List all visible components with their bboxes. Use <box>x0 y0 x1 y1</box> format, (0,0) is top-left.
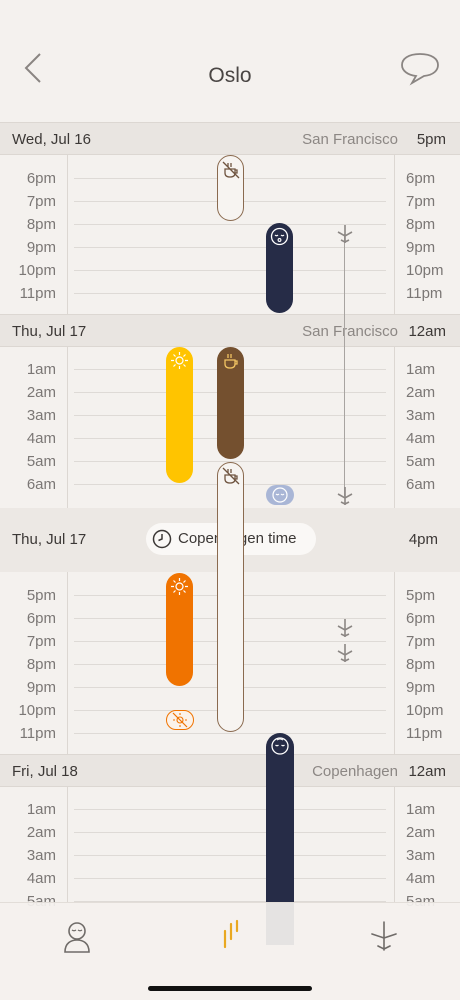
section-time: 4pm <box>408 531 438 548</box>
hour-label-right: 4am <box>406 870 436 887</box>
hour-label-right: 7pm <box>406 193 436 210</box>
home-indicator <box>148 986 312 991</box>
hour-label-right: 3am <box>406 407 436 424</box>
section-header: Fri, Jul 18 Copenhagen 12am <box>0 754 460 787</box>
hour-label-right: 9pm <box>406 239 436 256</box>
hour-label: 4am <box>26 430 56 447</box>
flight-path-line <box>344 234 345 496</box>
no-coffee-pill[interactable] <box>217 462 244 732</box>
hour-label: 1am <box>26 801 56 818</box>
section-city: Copenhagen <box>312 763 398 780</box>
hour-label: 2am <box>26 824 56 841</box>
section-time: 12am <box>408 323 446 340</box>
sleep-face-icon <box>271 737 289 755</box>
hour-label-right: 11pm <box>406 725 443 742</box>
airplane-icon[interactable] <box>370 921 398 951</box>
section-time: 12am <box>408 763 446 780</box>
hour-label: 5am <box>26 453 56 470</box>
hour-label-right: 5pm <box>406 587 436 604</box>
hour-label: 7pm <box>26 633 56 650</box>
hour-label: 1am <box>26 361 56 378</box>
timeline-icon[interactable] <box>220 919 242 949</box>
section-date: Thu, Jul 17 <box>12 323 87 340</box>
section-city: San Francisco <box>302 323 398 340</box>
hour-label: 9pm <box>26 239 56 256</box>
section-date: Thu, Jul 17 <box>12 531 87 548</box>
hour-label-right: 8pm <box>406 656 436 673</box>
hour-label-right: 7pm <box>406 633 436 650</box>
coffee-icon <box>224 354 238 369</box>
hour-label-right: 4am <box>406 430 436 447</box>
hour-label-right: 6am <box>406 476 436 493</box>
hour-label-right: 6pm <box>406 170 436 187</box>
sleep-face-icon <box>272 487 288 503</box>
hour-label: 9pm <box>26 679 56 696</box>
hour-label-right: 5am <box>406 453 436 470</box>
plane-icon <box>337 619 353 637</box>
top-bar: Oslo <box>0 0 460 122</box>
clock-icon <box>152 529 172 549</box>
sleep-face-icon <box>270 227 289 246</box>
hour-label: 8pm <box>26 216 56 233</box>
hour-label-right: 6pm <box>406 610 436 627</box>
hour-label: 5pm <box>26 587 56 604</box>
plane-icon <box>337 644 353 662</box>
hour-label: 11pm <box>19 725 56 742</box>
hour-label-right: 11pm <box>406 285 443 302</box>
hour-label-right: 1am <box>406 801 436 818</box>
hour-label: 6am <box>26 476 56 493</box>
section-date: Wed, Jul 16 <box>12 131 91 148</box>
hour-label: 11pm <box>19 285 56 302</box>
section-city: San Francisco <box>302 131 398 148</box>
hour-label: 10pm <box>18 262 56 279</box>
hour-label-right: 8pm <box>406 216 436 233</box>
hour-label-right: 10pm <box>406 262 444 279</box>
timeline-grid: 1am 2am 3am 4am 5am 1am 2am 3am 4am 5am <box>0 787 460 910</box>
section-date: Fri, Jul 18 <box>12 763 78 780</box>
section-header: Thu, Jul 17 San Francisco 12am <box>0 314 460 347</box>
hour-label-right: 2am <box>406 384 436 401</box>
plane-icon <box>337 225 353 243</box>
hour-label: 3am <box>26 847 56 864</box>
hour-label: 10pm <box>18 702 56 719</box>
page-title: Oslo <box>208 64 252 87</box>
speech-bubble-icon[interactable] <box>398 50 442 86</box>
no-sun-icon <box>172 712 188 728</box>
hour-label-right: 9pm <box>406 679 436 696</box>
hour-label: 3am <box>26 407 56 424</box>
sun-icon <box>171 352 188 369</box>
person-icon[interactable] <box>62 919 92 953</box>
hour-label: 6pm <box>26 610 56 627</box>
section-header: Wed, Jul 16 San Francisco 5pm <box>0 122 460 155</box>
plane-icon <box>337 487 353 505</box>
hour-label-right: 2am <box>406 824 436 841</box>
sun-icon <box>171 578 188 595</box>
no-coffee-icon <box>222 467 240 485</box>
hour-label-right: 10pm <box>406 702 444 719</box>
hour-label-right: 1am <box>406 361 436 378</box>
hour-label: 8pm <box>26 656 56 673</box>
hour-label-right: 3am <box>406 847 436 864</box>
hour-label: 7pm <box>26 193 56 210</box>
hour-label: 2am <box>26 384 56 401</box>
hour-label: 6pm <box>26 170 56 187</box>
section-time: 5pm <box>416 131 446 148</box>
no-coffee-icon <box>222 161 240 179</box>
hour-label: 4am <box>26 870 56 887</box>
